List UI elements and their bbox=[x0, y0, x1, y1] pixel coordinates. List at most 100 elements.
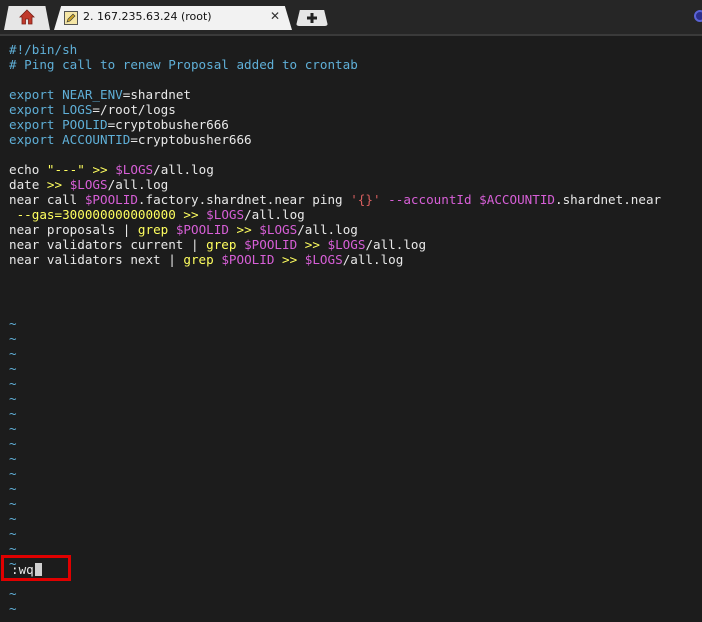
code-line: export LOGS=/root/logs bbox=[9, 102, 702, 117]
code-token: export bbox=[9, 87, 63, 102]
code-line: export ACCOUNTID=cryptobusher666 bbox=[9, 132, 702, 147]
code-token: >> bbox=[92, 162, 108, 177]
code-token: near validators current | bbox=[9, 237, 207, 252]
tilde-marker: ~ bbox=[9, 466, 17, 481]
code-token: export bbox=[9, 132, 63, 147]
code-token: $ACCOUNTID bbox=[479, 192, 555, 207]
code-token: >> bbox=[304, 237, 320, 252]
code-line: --gas=300000000000000 >> $LOGS/all.log bbox=[9, 207, 702, 222]
code-token: #!/bin/sh bbox=[9, 42, 78, 57]
code-token: near call bbox=[9, 192, 85, 207]
code-line: near call $POOLID.factory.shardnet.near … bbox=[9, 192, 702, 207]
tilde-marker: ~ bbox=[9, 421, 17, 436]
code-token: NEAR_ENV bbox=[62, 87, 123, 102]
tilde-marker: ~ bbox=[9, 526, 17, 541]
plus-icon bbox=[307, 13, 317, 23]
code-token: /all.log bbox=[342, 252, 404, 267]
new-tab-button[interactable] bbox=[296, 10, 328, 26]
tilde-marker: ~ bbox=[9, 481, 17, 496]
code-token: # Ping call to renew Proposal added to c… bbox=[9, 57, 358, 72]
tilde-marker: ~ bbox=[9, 316, 17, 331]
command-line-text[interactable]: :wq bbox=[11, 562, 42, 577]
code-token: date bbox=[9, 177, 47, 192]
code-line: #!/bin/sh bbox=[9, 42, 702, 57]
home-tab[interactable] bbox=[4, 6, 50, 30]
code-token: .shardnet.near bbox=[554, 192, 662, 207]
code-token: $LOGS bbox=[69, 177, 108, 192]
code-token: /all.log bbox=[153, 162, 214, 177]
tilde-marker: ~ bbox=[9, 511, 17, 526]
code-token: grep bbox=[137, 222, 169, 237]
tilde-marker: ~ bbox=[9, 586, 17, 601]
tilde-marker: ~ bbox=[9, 361, 17, 376]
code-token: export bbox=[9, 102, 63, 117]
code-line: near validators next | grep $POOLID >> $… bbox=[9, 252, 702, 267]
code-token: --accountId bbox=[388, 192, 472, 207]
code-line: near validators current | grep $POOLID >… bbox=[9, 237, 702, 252]
code-token: =/root/logs bbox=[92, 102, 176, 117]
code-token: near proposals | bbox=[9, 222, 138, 237]
code-line: export NEAR_ENV=shardnet bbox=[9, 87, 702, 102]
home-icon bbox=[19, 9, 35, 25]
code-token: >> bbox=[183, 207, 199, 222]
code-token: /all.log bbox=[244, 207, 305, 222]
code-token: "---" bbox=[46, 162, 85, 177]
code-token: LOGS bbox=[62, 102, 93, 117]
code-token: /all.log bbox=[297, 222, 358, 237]
tilde-marker: ~ bbox=[9, 601, 17, 616]
code-token: POOLID bbox=[62, 117, 108, 132]
code-token: export bbox=[9, 117, 63, 132]
code-token: near validators next | bbox=[9, 252, 184, 267]
code-token: .factory.shardnet.near ping bbox=[137, 192, 351, 207]
tilde-marker: ~ bbox=[9, 391, 17, 406]
code-token: /all.log bbox=[365, 237, 427, 252]
code-token: >> bbox=[236, 222, 252, 237]
tab-bar: 2. 167.235.63.24 (root) ✕ bbox=[0, 0, 702, 34]
tilde-marker: ~ bbox=[9, 406, 17, 421]
command-line-highlight: :wq bbox=[1, 555, 71, 581]
code-line: export POOLID=cryptobusher666 bbox=[9, 117, 702, 132]
code-line: # Ping call to renew Proposal added to c… bbox=[9, 57, 702, 72]
code-token: /all.log bbox=[107, 177, 169, 192]
code-token: =cryptobusher666 bbox=[107, 117, 229, 132]
tilde-marker: ~ bbox=[9, 376, 17, 391]
close-icon[interactable]: ✕ bbox=[270, 9, 280, 23]
code-token: grep bbox=[183, 252, 214, 267]
code-line: date >> $LOGS/all.log bbox=[9, 177, 702, 192]
code-token: --gas=300000000000000 bbox=[9, 207, 176, 222]
code-token: $POOLID bbox=[84, 192, 138, 207]
code-token: >> bbox=[46, 177, 63, 192]
tilde-marker: ~ bbox=[9, 451, 17, 466]
pencil-icon bbox=[64, 11, 78, 25]
editor-buffer: #!/bin/sh # Ping call to renew Proposal a… bbox=[9, 42, 702, 267]
code-token: =shardnet bbox=[122, 87, 191, 102]
terminal-editor[interactable]: #!/bin/sh # Ping call to renew Proposal a… bbox=[0, 34, 702, 622]
code-token: $LOGS bbox=[115, 162, 154, 177]
tilde-marker: ~ bbox=[9, 346, 17, 361]
code-token: grep bbox=[206, 237, 237, 252]
code-token: $LOGS bbox=[327, 237, 366, 252]
code-token: >> bbox=[282, 252, 298, 267]
session-tab[interactable]: 2. 167.235.63.24 (root) ✕ bbox=[54, 6, 292, 30]
code-line: echo "---" >> $LOGS/all.log bbox=[9, 162, 702, 177]
tilde-marker: ~ bbox=[9, 496, 17, 511]
code-token: '{}' bbox=[350, 192, 381, 207]
status-icon[interactable] bbox=[694, 10, 702, 22]
code-token: =cryptobusher666 bbox=[130, 132, 252, 147]
code-token: $LOGS bbox=[304, 252, 343, 267]
code-token: ACCOUNTID bbox=[62, 132, 131, 147]
command-text: :wq bbox=[11, 562, 34, 577]
code-token: $POOLID bbox=[221, 252, 275, 267]
code-line: near proposals | grep $POOLID >> $LOGS/a… bbox=[9, 222, 702, 237]
code-token: $POOLID bbox=[175, 222, 229, 237]
